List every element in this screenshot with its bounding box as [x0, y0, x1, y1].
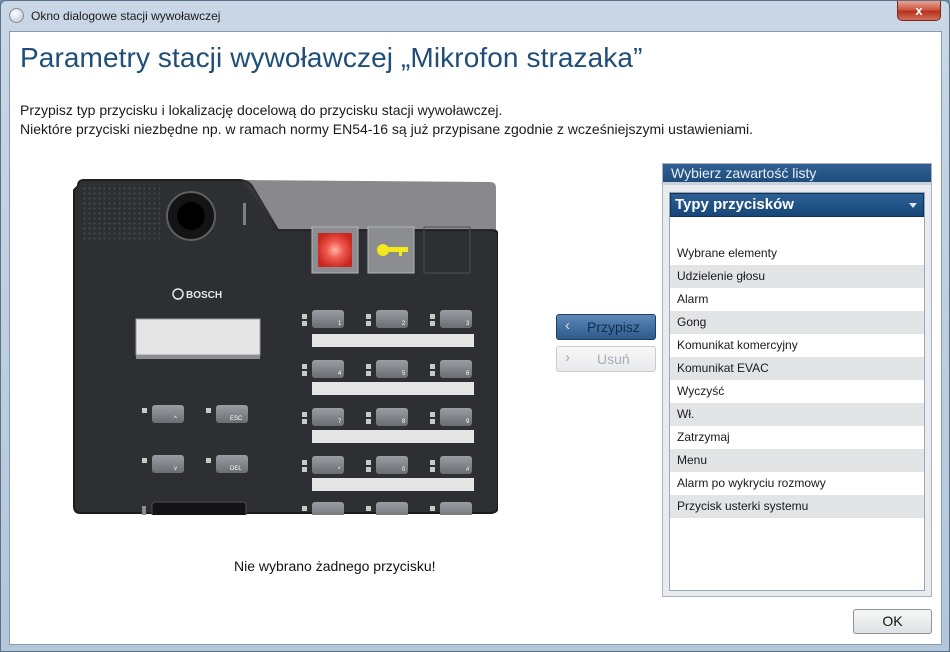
assign-button-label: Przypisz [587, 319, 640, 335]
device-display [135, 318, 261, 356]
label-strip [312, 382, 474, 395]
remove-button-label: Usuń [597, 351, 630, 367]
description-line-1: Przypisz typ przycisku i lokalizację doc… [20, 102, 503, 118]
list-item[interactable]: Udzielenie głosu [670, 265, 924, 288]
speaker-grill [82, 184, 160, 242]
list-item[interactable]: Komunikat komercyjny [670, 334, 924, 357]
svg-text:DEL: DEL [230, 466, 242, 472]
svg-text:^: ^ [174, 416, 177, 422]
label-strip [312, 430, 474, 443]
list-items: Wybrane elementy Udzielenie głosu Alarm … [670, 242, 924, 518]
label-strip [312, 478, 474, 491]
svg-text:ESC: ESC [230, 416, 243, 422]
chevron-right-icon: › [565, 349, 570, 366]
page-title: Parametry stacji wywoławczej „Mikrofon s… [20, 42, 643, 73]
description-line-2: Niektóre przyciski niezbędne np. w ramac… [20, 121, 753, 137]
device-brand: BOSCH [186, 290, 222, 301]
dialog-window: Okno dialogowe stacji wywoławczej x Para… [0, 0, 950, 652]
list-item[interactable]: Alarm [670, 288, 924, 311]
ok-button[interactable]: OK [853, 609, 932, 634]
svg-text:v: v [174, 466, 177, 472]
dropdown-value: Typy przycisków [675, 196, 794, 213]
list-item[interactable]: Zatrzymaj [670, 426, 924, 449]
dialog-content: Parametry stacji wywoławczej „Mikrofon s… [9, 31, 942, 645]
list-type-dropdown[interactable]: Typy przycisków [670, 193, 924, 217]
panel-header: Wybierz zawartość listy [663, 164, 931, 182]
list-item[interactable]: Przycisk usterki systemu [670, 495, 924, 518]
list-item[interactable]: Gong [670, 311, 924, 334]
close-button[interactable]: x [897, 1, 941, 21]
keypad-row-4: * 0 # [302, 456, 474, 491]
window-title: Okno dialogowe stacji wywoławczej [31, 9, 221, 23]
keypad-row-2: 4 5 6 [302, 360, 474, 395]
assign-button[interactable]: ‹ Przypisz [556, 314, 656, 340]
keypad-row-5 [302, 502, 472, 515]
list-item[interactable]: Wł. [670, 403, 924, 426]
list-item[interactable]: Wybrane elementy [670, 242, 924, 265]
app-icon [9, 8, 24, 23]
list-item[interactable]: Menu [670, 449, 924, 472]
remove-button[interactable]: › Usuń [556, 346, 656, 372]
status-message: Nie wybrano żadnego przycisku! [234, 558, 436, 574]
list-content-panel: Wybierz zawartość listy Typy przycisków … [662, 163, 932, 597]
keypad-row-3: 7 8 9 [302, 408, 474, 443]
list-item[interactable]: Komunikat EVAC [670, 357, 924, 380]
list-item[interactable]: Alarm po wykryciu rozmowy [670, 472, 924, 495]
card-slot [151, 501, 247, 515]
list-item[interactable]: Wyczyść [670, 380, 924, 403]
device-top-panel [242, 180, 496, 230]
label-strip [312, 334, 474, 347]
call-station-device: BOSCH ^ ESC v DEL 1 2 3 4 5 6 7 8 9 * 0 … [73, 179, 498, 515]
title-bar: Okno dialogowe stacji wywoławczej x [1, 1, 949, 31]
button-types-list: Typy przycisków Wybrane elementy Udziele… [669, 192, 925, 591]
chevron-down-icon [909, 203, 917, 208]
chevron-left-icon: ‹ [565, 317, 570, 334]
